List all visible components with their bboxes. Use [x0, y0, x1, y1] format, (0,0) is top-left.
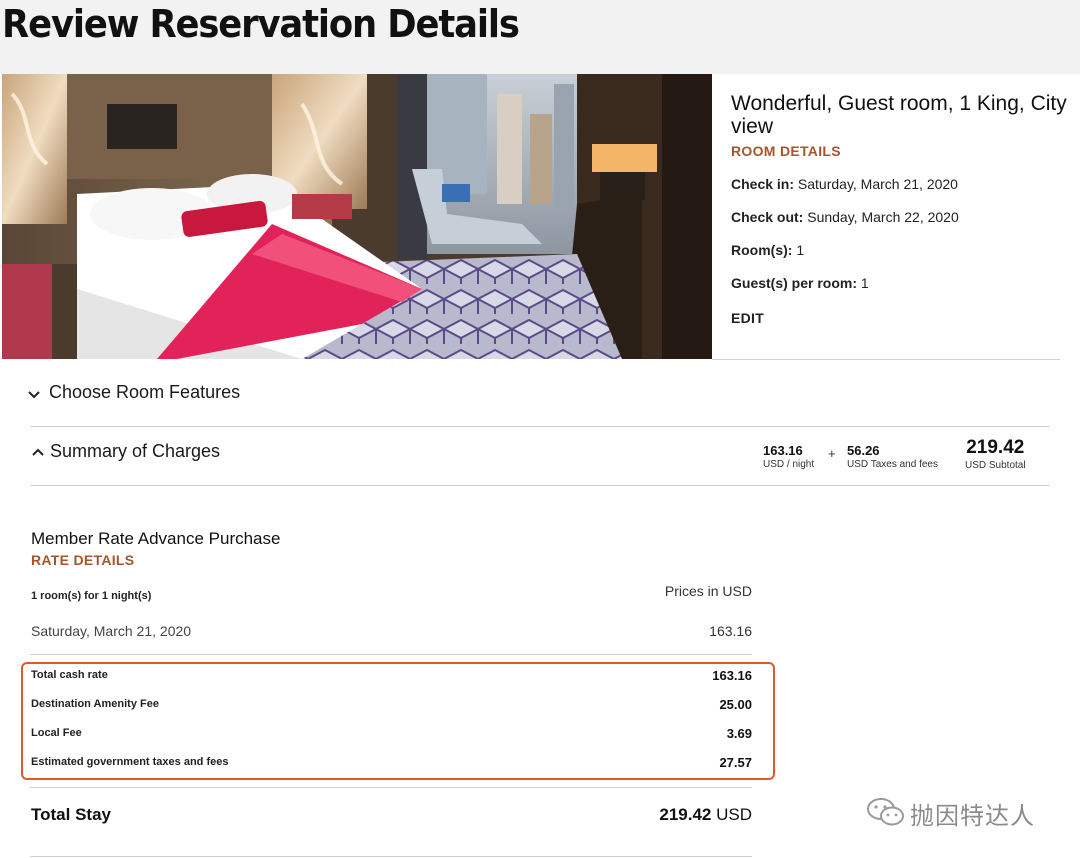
total-stay-amount: 219.42 USD [659, 805, 752, 825]
rooms-nights: 1 room(s) for 1 night(s) [31, 590, 152, 602]
room-name: Wonderful, Guest room, 1 King, City view [731, 92, 1067, 138]
room-photo [2, 74, 712, 359]
nightly-rate: 163.16 USD / night [763, 443, 814, 470]
room-photo-illustration [2, 74, 712, 359]
subtotal-value: 219.42 [966, 437, 1025, 458]
taxes-fees-label: USD Taxes and fees [847, 459, 938, 470]
check-in-value: Saturday, March 21, 2020 [797, 176, 958, 192]
divider [30, 856, 752, 857]
subtotal: 219.42 USD Subtotal [965, 437, 1026, 471]
divider [712, 359, 1060, 360]
fee-value: 27.57 [719, 755, 752, 770]
rooms-label: Room(s): [731, 242, 793, 258]
total-stay-value: 219.42 [659, 805, 712, 824]
nightly-rate-label: USD / night [763, 459, 815, 470]
taxes-fees-value: 56.26 [847, 443, 880, 458]
night-date: Saturday, March 21, 2020 [31, 623, 192, 639]
check-out-label: Check out: [731, 209, 804, 225]
night-price: 163.16 [709, 623, 752, 639]
rate-details-link[interactable]: RATE DETAILS [31, 552, 134, 568]
fee-value: 3.69 [726, 726, 752, 741]
fee-value: 163.16 [712, 668, 752, 683]
wechat-icon [867, 798, 904, 826]
room-features-title: Choose Room Features [49, 382, 241, 402]
chevron-down-icon [28, 391, 40, 399]
room-info: Wonderful, Guest room, 1 King, City view… [731, 92, 1076, 326]
summary-of-charges-title: Summary of Charges [50, 441, 221, 461]
summary-of-charges-toggle[interactable]: Summary of Charges 163.16 USD / night + … [30, 432, 1050, 484]
divider [30, 654, 752, 655]
check-in-line: Check in: Saturday, March 21, 2020 [731, 176, 958, 192]
chevron-up-icon [32, 448, 44, 456]
guests-value: 1 [860, 275, 869, 291]
subtotal-label: USD Subtotal [965, 460, 1026, 471]
wechat-watermark: 抛因特达人 [866, 794, 1066, 830]
edit-link[interactable]: EDIT [731, 310, 764, 326]
plus-sign: + [828, 446, 836, 461]
watermark-text: 抛因特达人 [910, 803, 1035, 830]
divider [30, 787, 752, 788]
reservation-card: Wonderful, Guest room, 1 King, City view… [0, 74, 1080, 858]
total-stay-currency: USD [716, 805, 752, 824]
nightly-rate-value: 163.16 [763, 443, 803, 458]
prices-in-usd: Prices in USD [664, 583, 752, 599]
rooms-line: Room(s): 1 [731, 242, 804, 258]
check-out-value: Sunday, March 22, 2020 [807, 209, 959, 225]
divider [30, 485, 1050, 486]
taxes-fees: 56.26 USD Taxes and fees [847, 443, 938, 470]
fee-label: Estimated government taxes and fees [31, 756, 229, 768]
fee-value: 25.00 [719, 697, 752, 712]
rooms-value: 1 [796, 242, 805, 258]
guests-label: Guest(s) per room: [731, 275, 858, 291]
total-stay-label: Total Stay [31, 805, 111, 824]
room-features-toggle[interactable]: Choose Room Features [28, 374, 1050, 414]
fee-label: Total cash rate [31, 669, 108, 681]
divider [30, 426, 1050, 427]
fee-label: Destination Amenity Fee [31, 698, 159, 710]
fee-label: Local Fee [31, 727, 82, 739]
room-details-link[interactable]: ROOM DETAILS [731, 143, 1076, 159]
page-title: Review Reservation Details [2, 2, 520, 46]
check-in-label: Check in: [731, 176, 795, 192]
check-out-line: Check out: Sunday, March 22, 2020 [731, 209, 959, 225]
guests-line: Guest(s) per room: 1 [731, 275, 869, 291]
rate-name: Member Rate Advance Purchase [31, 529, 281, 548]
